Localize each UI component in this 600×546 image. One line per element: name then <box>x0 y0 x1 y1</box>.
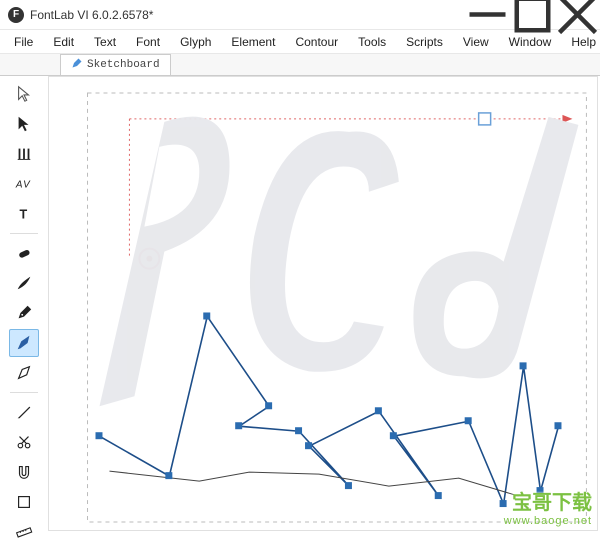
direct-select-tool[interactable] <box>9 110 39 138</box>
maximize-button[interactable] <box>510 0 555 30</box>
app-icon: F <box>8 7 24 23</box>
menu-edit[interactable]: Edit <box>43 32 84 52</box>
titlebar: F FontLab VI 6.0.2.6578* <box>0 0 600 30</box>
menu-contour[interactable]: Contour <box>285 32 348 52</box>
window-title: FontLab VI 6.0.2.6578* <box>30 8 465 22</box>
pen-icon <box>71 57 83 73</box>
minimize-button[interactable] <box>465 0 510 30</box>
glyph-shapes <box>99 117 578 407</box>
metrics-tool[interactable] <box>9 140 39 168</box>
menubar: File Edit Text Font Glyph Element Contou… <box>0 30 600 54</box>
toolbar-separator <box>10 392 38 393</box>
scissors-tool[interactable] <box>9 428 39 456</box>
menu-help[interactable]: Help <box>561 32 600 52</box>
measure-tool[interactable] <box>9 518 39 546</box>
rapid-pen-tool[interactable] <box>9 329 39 357</box>
shape-tool[interactable] <box>9 488 39 516</box>
menu-glyph[interactable]: Glyph <box>170 32 221 52</box>
tab-sketchboard[interactable]: Sketchboard <box>60 54 171 75</box>
brush-tool[interactable] <box>9 269 39 297</box>
toolbar: AV T <box>4 80 44 546</box>
menu-font[interactable]: Font <box>126 32 170 52</box>
tabbar: Sketchboard <box>0 54 600 76</box>
select-tool[interactable] <box>9 80 39 108</box>
magnet-tool[interactable] <box>9 458 39 486</box>
menu-tools[interactable]: Tools <box>348 32 396 52</box>
svg-text:A: A <box>15 180 23 191</box>
menu-element[interactable]: Element <box>221 32 285 52</box>
pen-tool[interactable] <box>9 299 39 327</box>
close-button[interactable] <box>555 0 600 30</box>
svg-text:T: T <box>20 208 28 222</box>
menu-scripts[interactable]: Scripts <box>396 32 453 52</box>
menu-file[interactable]: File <box>4 32 43 52</box>
calligraphy-tool[interactable] <box>9 359 39 387</box>
knife-tool[interactable] <box>9 398 39 426</box>
svg-text:V: V <box>23 180 31 191</box>
text-tool[interactable]: T <box>9 200 39 228</box>
menu-text[interactable]: Text <box>84 32 126 52</box>
kerning-tool[interactable]: AV <box>9 170 39 198</box>
menu-window[interactable]: Window <box>499 32 562 52</box>
menu-view[interactable]: View <box>453 32 499 52</box>
toolbar-separator <box>10 233 38 234</box>
tab-label: Sketchboard <box>87 59 160 71</box>
canvas[interactable] <box>48 76 598 531</box>
eraser-tool[interactable] <box>9 239 39 267</box>
